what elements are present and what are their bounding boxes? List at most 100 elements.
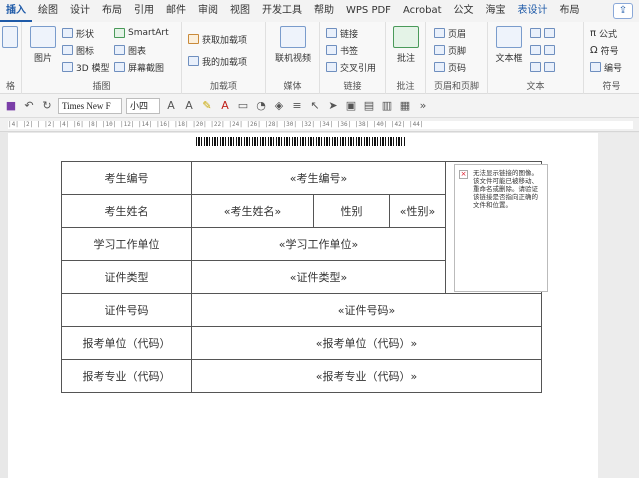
align-icon[interactable]: ▤ xyxy=(362,99,376,113)
link-button[interactable]: 链接 xyxy=(326,26,358,40)
vertical-scroll-area[interactable] xyxy=(598,133,639,478)
undo-icon[interactable]: ↶ xyxy=(22,99,36,113)
get-addins-button[interactable]: 获取加载项 xyxy=(188,32,247,46)
shape-fill-icon[interactable]: ◔ xyxy=(254,99,268,113)
bookmark-button[interactable]: 书签 xyxy=(326,43,358,57)
header-icon xyxy=(434,28,445,38)
footer-button[interactable]: 页脚 xyxy=(434,43,466,57)
save-icon[interactable]: ■ xyxy=(4,99,18,113)
paint-bucket-icon[interactable]: ◈ xyxy=(272,99,286,113)
document-page[interactable]: 考生编号 «考生编号» 考生姓名 «考生姓名» 性别 «性别» 学习工作单位 «… xyxy=(8,133,598,478)
value-cell[interactable]: «考生姓名» xyxy=(191,194,314,228)
textbox-icon xyxy=(496,26,522,48)
horizontal-ruler[interactable]: |4| |2| | |2| |4| |6| |8| |10| |12| |14|… xyxy=(0,118,639,132)
link-icon xyxy=(326,28,337,38)
line-style-icon[interactable]: ≡ xyxy=(290,99,304,113)
object-icon xyxy=(544,28,555,38)
font-size-select[interactable]: 小四 xyxy=(126,97,160,114)
links-group: 链接 书签 交叉引用 链接 xyxy=(320,22,386,94)
tab-2[interactable]: 设计 xyxy=(64,0,96,22)
drop-cap-icon xyxy=(530,62,541,72)
3d-model-button[interactable]: 3D 模型 xyxy=(62,60,110,74)
value-cell[interactable]: «证件号码» xyxy=(191,293,542,327)
broken-image-icon: × xyxy=(459,170,468,179)
label-cell: 学习工作单位 xyxy=(61,227,192,261)
tab-8[interactable]: 开发工具 xyxy=(256,0,308,22)
broken-image-message: 无法显示链接的图像。该文件可能已被移动、重命名或删除。请验证该链接是否指向正确的… xyxy=(473,169,538,209)
font-name-select[interactable]: Times New F xyxy=(58,97,122,114)
value-cell[interactable]: «证件类型» xyxy=(191,260,446,294)
tab-6[interactable]: 审阅 xyxy=(192,0,224,22)
tab-5[interactable]: 邮件 xyxy=(160,0,192,22)
symbol-button[interactable]: Ω 符号 xyxy=(590,43,619,57)
tab-10[interactable]: WPS PDF xyxy=(340,0,397,22)
cross-reference-icon xyxy=(326,62,337,72)
header-footer-group-label: 页眉和页脚 xyxy=(433,82,479,92)
wordart-icon xyxy=(530,45,541,55)
tab-12[interactable]: 公文 xyxy=(448,0,480,22)
table-row: 报考专业（代码） «报考专业（代码）» xyxy=(61,359,542,393)
broken-image-placeholder[interactable]: × 无法显示链接的图像。该文件可能已被移动、重命名或删除。请验证该链接是否指向正… xyxy=(454,164,548,292)
arrow-icon[interactable]: ↖ xyxy=(308,99,322,113)
highlight-icon[interactable]: ✎ xyxy=(200,99,214,113)
picture-button[interactable]: 图片 xyxy=(28,26,58,64)
table-group: 格 xyxy=(0,22,22,94)
redo-icon[interactable]: ↻ xyxy=(40,99,54,113)
tab-1[interactable]: 绘图 xyxy=(32,0,64,22)
value-cell[interactable]: «报考专业（代码）» xyxy=(191,359,542,393)
picture-label: 图片 xyxy=(33,54,52,64)
chart-button[interactable]: 图表 xyxy=(114,43,146,57)
value-cell[interactable]: «性别» xyxy=(389,194,446,228)
more-icon[interactable]: » xyxy=(416,99,430,113)
shrink-font-icon[interactable]: A xyxy=(182,99,196,113)
tab-13[interactable]: 海宝 xyxy=(480,0,512,22)
label-cell: 报考专业（代码） xyxy=(61,359,192,393)
tab-11[interactable]: Acrobat xyxy=(397,0,448,22)
header-button[interactable]: 页眉 xyxy=(434,26,466,40)
online-video-button[interactable]: 联机视频 xyxy=(272,26,314,64)
illustrations-group: 图片 形状 图标 3D 模型 SmartArt 图表 屏幕截图 插图 xyxy=(22,22,182,94)
font-color-icon[interactable]: A xyxy=(218,99,232,113)
footer-icon xyxy=(434,45,445,55)
table-button[interactable] xyxy=(0,26,20,51)
ribbon: 格 图片 形状 图标 3D 模型 SmartArt 图表 屏幕截图 插图 获取加… xyxy=(0,22,639,94)
icons-button[interactable]: 图标 xyxy=(62,43,94,57)
comment-button[interactable]: 批注 xyxy=(392,26,420,64)
screenshot-button[interactable]: 屏幕截图 xyxy=(114,60,164,74)
wordart-button[interactable] xyxy=(530,43,555,57)
value-cell[interactable]: «学习工作单位» xyxy=(191,227,446,261)
grow-font-icon[interactable]: A xyxy=(164,99,178,113)
smartart-button[interactable]: SmartArt xyxy=(114,26,169,40)
quick-parts-button[interactable] xyxy=(530,26,555,40)
links-group-label: 链接 xyxy=(343,82,362,92)
select-icon[interactable]: ➤ xyxy=(326,99,340,113)
page-number-button[interactable]: 页码 xyxy=(434,60,466,74)
shapes-icon xyxy=(62,28,73,38)
tab-0[interactable]: 插入 xyxy=(0,0,32,22)
my-addins-button[interactable]: 我的加载项 xyxy=(188,54,247,68)
number-button[interactable]: 编号 xyxy=(590,60,622,74)
tab-14[interactable]: 表设计 xyxy=(512,0,554,22)
label-cell: 证件号码 xyxy=(61,293,192,327)
value-cell[interactable]: «考生编号» xyxy=(191,161,446,195)
tab-9[interactable]: 帮助 xyxy=(308,0,340,22)
textbox-button[interactable]: 文本框 xyxy=(492,26,526,64)
textbox-label: 文本框 xyxy=(495,54,523,64)
shapes-button[interactable]: 形状 xyxy=(62,26,94,40)
value-cell[interactable]: «报考单位（代码）» xyxy=(191,326,542,360)
bring-forward-icon[interactable]: ▥ xyxy=(380,99,394,113)
tab-3[interactable]: 布局 xyxy=(96,0,128,22)
share-icon[interactable]: ⇪ xyxy=(613,3,633,19)
group-icon[interactable]: ▣ xyxy=(344,99,358,113)
equation-button[interactable]: π 公式 xyxy=(590,26,617,40)
send-backward-icon[interactable]: ▦ xyxy=(398,99,412,113)
tab-4[interactable]: 引用 xyxy=(128,0,160,22)
label-cell: 考生编号 xyxy=(61,161,192,195)
tab-7[interactable]: 视图 xyxy=(224,0,256,22)
tab-15[interactable]: 布局 xyxy=(554,0,586,22)
textbox-small-icon[interactable]: ▭ xyxy=(236,99,250,113)
symbols-group: π 公式 Ω 符号 编号 符号 xyxy=(584,22,639,94)
drop-cap-button[interactable] xyxy=(530,60,555,74)
my-addins-label: 我的加载项 xyxy=(202,57,248,68)
cross-reference-button[interactable]: 交叉引用 xyxy=(326,60,376,74)
